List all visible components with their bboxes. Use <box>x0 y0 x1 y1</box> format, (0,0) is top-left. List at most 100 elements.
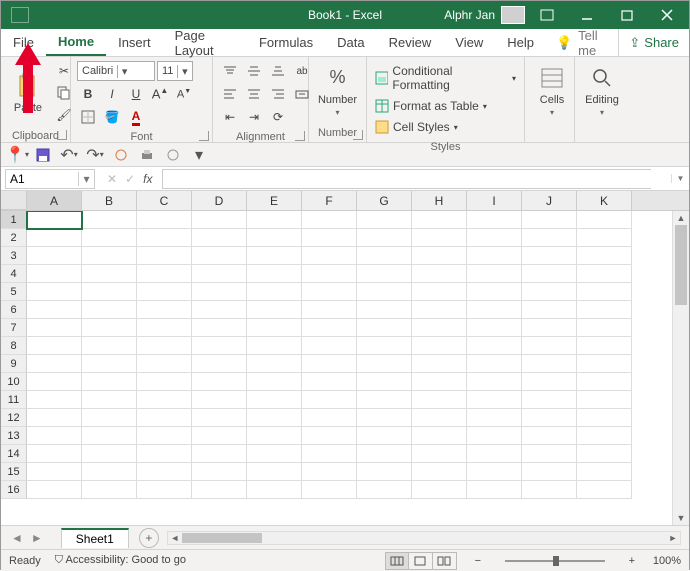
font-color-button[interactable]: A <box>125 107 147 127</box>
cell-F9[interactable] <box>302 355 357 373</box>
paste-button[interactable]: Paste <box>7 70 49 116</box>
cell-E13[interactable] <box>247 427 302 445</box>
row-header-6[interactable]: 6 <box>1 301 27 319</box>
cell-B6[interactable] <box>82 301 137 319</box>
cell-C9[interactable] <box>137 355 192 373</box>
cell-K12[interactable] <box>577 409 632 427</box>
cell-J16[interactable] <box>522 481 577 499</box>
tell-me[interactable]: 💡 Tell me <box>546 29 618 56</box>
cell-I2[interactable] <box>467 229 522 247</box>
cell-F15[interactable] <box>302 463 357 481</box>
cell-E14[interactable] <box>247 445 302 463</box>
cell-H5[interactable] <box>412 283 467 301</box>
column-header-J[interactable]: J <box>522 191 577 210</box>
cell-J6[interactable] <box>522 301 577 319</box>
row-header-1[interactable]: 1 <box>1 211 27 229</box>
cell-B7[interactable] <box>82 319 137 337</box>
cell-J5[interactable] <box>522 283 577 301</box>
scroll-down-arrow[interactable]: ▼ <box>673 511 689 525</box>
increase-indent-button[interactable]: ⇥ <box>243 107 265 127</box>
cell-G9[interactable] <box>357 355 412 373</box>
cell-H8[interactable] <box>412 337 467 355</box>
cell-A5[interactable] <box>27 283 82 301</box>
cell-I4[interactable] <box>467 265 522 283</box>
cell-D12[interactable] <box>192 409 247 427</box>
cell-B16[interactable] <box>82 481 137 499</box>
cell-E15[interactable] <box>247 463 302 481</box>
cells-button[interactable]: Cells ▾ <box>531 62 573 119</box>
row-header-2[interactable]: 2 <box>1 229 27 247</box>
sheet-nav-next[interactable]: ► <box>31 531 43 545</box>
cell-B2[interactable] <box>82 229 137 247</box>
column-header-H[interactable]: H <box>412 191 467 210</box>
cell-D11[interactable] <box>192 391 247 409</box>
cell-K9[interactable] <box>577 355 632 373</box>
cell-E11[interactable] <box>247 391 302 409</box>
cell-A3[interactable] <box>27 247 82 265</box>
cell-E10[interactable] <box>247 373 302 391</box>
ribbon-display-options[interactable] <box>529 1 565 29</box>
number-format-button[interactable]: % Number ▾ <box>315 62 360 119</box>
cell-I1[interactable] <box>467 211 522 229</box>
horizontal-scrollbar[interactable]: ◄ ► <box>167 531 681 545</box>
row-header-9[interactable]: 9 <box>1 355 27 373</box>
orientation-button[interactable]: ⟳ <box>267 107 289 127</box>
cell-F2[interactable] <box>302 229 357 247</box>
cell-G16[interactable] <box>357 481 412 499</box>
cell-E8[interactable] <box>247 337 302 355</box>
cell-B12[interactable] <box>82 409 137 427</box>
cell-A15[interactable] <box>27 463 82 481</box>
qat-save[interactable] <box>33 146 53 164</box>
cell-J10[interactable] <box>522 373 577 391</box>
cell-D6[interactable] <box>192 301 247 319</box>
decrease-font-button[interactable]: A▼ <box>173 84 195 104</box>
accessibility-status[interactable]: ⛉ Accessibility: Good to go <box>55 554 186 567</box>
zoom-knob[interactable] <box>553 556 559 566</box>
cell-D8[interactable] <box>192 337 247 355</box>
scroll-thumb[interactable] <box>675 225 687 305</box>
column-header-G[interactable]: G <box>357 191 412 210</box>
cell-B11[interactable] <box>82 391 137 409</box>
tab-help[interactable]: Help <box>495 29 546 56</box>
cell-J1[interactable] <box>522 211 577 229</box>
cell-A16[interactable] <box>27 481 82 499</box>
cell-D4[interactable] <box>192 265 247 283</box>
cell-H4[interactable] <box>412 265 467 283</box>
cell-E12[interactable] <box>247 409 302 427</box>
cell-E7[interactable] <box>247 319 302 337</box>
cell-F7[interactable] <box>302 319 357 337</box>
align-right-button[interactable] <box>267 84 289 104</box>
cell-D16[interactable] <box>192 481 247 499</box>
cell-F11[interactable] <box>302 391 357 409</box>
tab-review[interactable]: Review <box>377 29 444 56</box>
row-header-3[interactable]: 3 <box>1 247 27 265</box>
cell-F10[interactable] <box>302 373 357 391</box>
cell-H16[interactable] <box>412 481 467 499</box>
row-header-11[interactable]: 11 <box>1 391 27 409</box>
column-header-D[interactable]: D <box>192 191 247 210</box>
cell-A11[interactable] <box>27 391 82 409</box>
qat-redo[interactable]: ↷▾ <box>85 146 105 164</box>
cell-D2[interactable] <box>192 229 247 247</box>
cell-B14[interactable] <box>82 445 137 463</box>
cell-A9[interactable] <box>27 355 82 373</box>
cell-I16[interactable] <box>467 481 522 499</box>
cell-F1[interactable] <box>302 211 357 229</box>
cell-G14[interactable] <box>357 445 412 463</box>
cell-J11[interactable] <box>522 391 577 409</box>
add-sheet-button[interactable]: + <box>139 528 159 548</box>
name-box[interactable]: A1 ▾ <box>5 169 95 189</box>
cell-C7[interactable] <box>137 319 192 337</box>
cell-G13[interactable] <box>357 427 412 445</box>
cell-K6[interactable] <box>577 301 632 319</box>
cell-H10[interactable] <box>412 373 467 391</box>
cell-D3[interactable] <box>192 247 247 265</box>
cell-I3[interactable] <box>467 247 522 265</box>
scroll-up-arrow[interactable]: ▲ <box>673 211 689 225</box>
cell-styles-button[interactable]: Cell Styles▾ <box>373 119 518 135</box>
column-header-A[interactable]: A <box>27 191 82 210</box>
cell-H11[interactable] <box>412 391 467 409</box>
enter-formula-icon[interactable]: ✓ <box>125 172 135 186</box>
formula-input[interactable] <box>162 169 651 189</box>
cell-H1[interactable] <box>412 211 467 229</box>
